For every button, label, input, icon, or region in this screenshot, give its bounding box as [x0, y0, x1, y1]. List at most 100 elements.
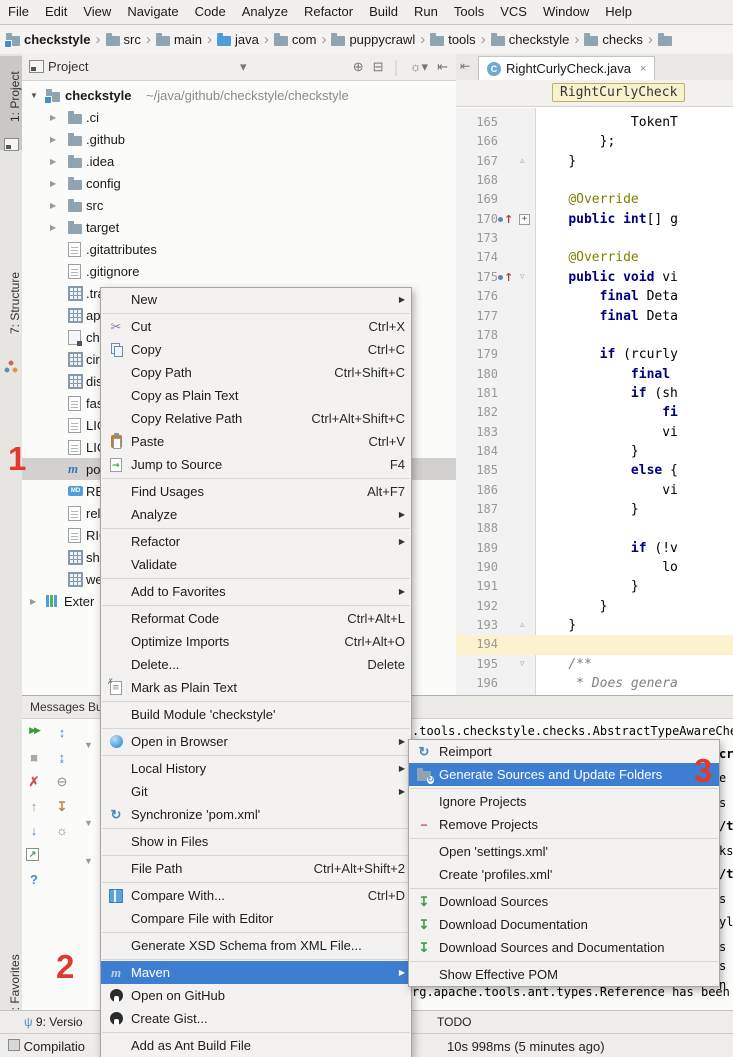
menu-item-find-usages[interactable]: Find UsagesAlt+F7 [101, 480, 411, 503]
menu-window[interactable]: Window [535, 0, 597, 24]
menu-item-maven[interactable]: mMaven▶ [101, 961, 411, 984]
menu-view[interactable]: View [75, 0, 119, 24]
menu-item-mark-as-plain-text[interactable]: Mark as Plain Text [101, 676, 411, 699]
breadcrumb-main[interactable]: main [156, 32, 202, 47]
menu-item-copy[interactable]: CopyCtrl+C [101, 338, 411, 361]
menu-item-jump-to-source[interactable]: Jump to SourceF4 [101, 453, 411, 476]
menu-item-add-as-ant-build-file[interactable]: Add as Ant Build File [101, 1034, 411, 1057]
menu-item-copy-as-plain-text[interactable]: Copy as Plain Text [101, 384, 411, 407]
menu-item-optimize-imports[interactable]: Optimize ImportsCtrl+Alt+O [101, 630, 411, 653]
chevron-collapsed-icon[interactable]: ▶ [50, 135, 56, 144]
next-message-icon[interactable]: ↓ [26, 823, 42, 838]
menu-item-download-sources-and-documentation[interactable]: ↧Download Sources and Documentation [409, 936, 719, 959]
menu-help[interactable]: Help [597, 0, 640, 24]
menu-item-synchronize-pom-xml[interactable]: ↻Synchronize 'pom.xml' [101, 803, 411, 826]
menu-item-build-module-checkstyle[interactable]: Build Module 'checkstyle' [101, 703, 411, 726]
menu-item-add-to-favorites[interactable]: Add to Favorites▶ [101, 580, 411, 603]
menu-edit[interactable]: Edit [37, 0, 75, 24]
menu-item-delete[interactable]: Delete...Delete [101, 653, 411, 676]
menu-item-open-in-browser[interactable]: Open in Browser▶ [101, 730, 411, 753]
menu-item-paste[interactable]: PasteCtrl+V [101, 430, 411, 453]
menu-code[interactable]: Code [187, 0, 234, 24]
chevron-collapsed-icon[interactable]: ▶ [50, 201, 56, 210]
override-method-icon[interactable]: ↑ [504, 212, 513, 227]
menu-build[interactable]: Build [361, 0, 406, 24]
menu-item-local-history[interactable]: Local History▶ [101, 757, 411, 780]
menu-item-remove-projects[interactable]: −Remove Projects [409, 813, 719, 836]
fold-end-icon[interactable]: ▵ [520, 616, 525, 635]
sidebar-tab-structure[interactable]: 7: Structure [0, 249, 22, 357]
chevron-collapsed-icon[interactable]: ▶ [50, 179, 56, 188]
menu-item-file-path[interactable]: File PathCtrl+Alt+Shift+2 [101, 857, 411, 880]
gear-icon[interactable]: ☼▾ [410, 59, 428, 75]
menu-item-create-profiles-xml[interactable]: Create 'profiles.xml' [409, 863, 719, 886]
tree-item-checkstyle-root[interactable]: ▼checkstyle~/java/github/checkstyle/chec… [22, 84, 456, 106]
editor-breadcrumb-chip[interactable]: RightCurlyCheck [552, 83, 685, 102]
menu-item-cut[interactable]: ✂CutCtrl+X [101, 315, 411, 338]
breadcrumb-checkstyle[interactable]: checkstyle [6, 32, 91, 47]
menu-run[interactable]: Run [406, 0, 446, 24]
close-icon[interactable]: ✗ [26, 774, 42, 790]
menu-tools[interactable]: Tools [446, 0, 492, 24]
hide-tabs-icon[interactable]: ⇤ [460, 59, 470, 73]
menu-item-ignore-projects[interactable]: Ignore Projects [409, 790, 719, 813]
breadcrumb-java[interactable]: java [217, 32, 259, 47]
hide-passed-icon[interactable]: ⊖ [54, 774, 70, 790]
breadcrumb-tools[interactable]: tools [430, 32, 475, 47]
todo-tab[interactable]: TODO [437, 1015, 471, 1029]
fold-end-icon[interactable]: ▵ [520, 152, 525, 171]
chevron-collapsed-icon[interactable]: ▶ [50, 157, 56, 166]
stop-icon[interactable]: ■ [26, 750, 42, 765]
menu-refactor[interactable]: Refactor [296, 0, 361, 24]
import-icon[interactable]: ↧ [54, 799, 70, 815]
menu-item-analyze[interactable]: Analyze▶ [101, 503, 411, 526]
expand-all-icon[interactable]: ↕ [54, 725, 70, 740]
collapse-all-icon[interactable]: ↨ [54, 750, 70, 765]
menu-item-create-gist[interactable]: Create Gist... [101, 1007, 411, 1030]
chevron-collapsed-icon[interactable]: ▶ [30, 597, 36, 606]
menu-navigate[interactable]: Navigate [119, 0, 186, 24]
breadcrumb-com[interactable]: com [274, 32, 317, 47]
tree-item-config[interactable]: ▶config [22, 172, 456, 194]
chevron-collapsed-icon[interactable]: ▼ [84, 740, 93, 750]
menu-item-refactor[interactable]: Refactor▶ [101, 530, 411, 553]
menu-analyze[interactable]: Analyze [234, 0, 296, 24]
menu-item-open-settings-xml[interactable]: Open 'settings.xml' [409, 840, 719, 863]
menu-item-show-in-files[interactable]: Show in Files [101, 830, 411, 853]
chevron-collapsed-icon[interactable]: ▶ [50, 223, 56, 232]
menu-item-download-documentation[interactable]: ↧Download Documentation [409, 913, 719, 936]
tree-item-target[interactable]: ▶target [22, 216, 456, 238]
menu-item-compare-with[interactable]: Compare With...Ctrl+D [101, 884, 411, 907]
chevron-collapsed-icon[interactable]: ▶ [50, 113, 56, 122]
fold-start-icon[interactable]: ▿ [520, 655, 525, 674]
menu-item-show-effective-pom[interactable]: Show Effective POM [409, 963, 719, 986]
breadcrumb-src[interactable]: src [106, 32, 141, 47]
prev-message-icon[interactable]: ↑ [26, 799, 42, 814]
menu-item-compare-file-with-editor[interactable]: Compare File with Editor [101, 907, 411, 930]
breadcrumb-checks[interactable]: checks [584, 32, 642, 47]
menu-item-copy-relative-path[interactable]: Copy Relative PathCtrl+Alt+Shift+C [101, 407, 411, 430]
chevron-collapsed-icon[interactable]: ▼ [84, 856, 93, 866]
fold-collapsed-icon[interactable]: + [519, 214, 530, 225]
version-control-tab[interactable]: ψ 9: Versio [24, 1015, 83, 1029]
locate-icon[interactable]: ⊕ [353, 59, 364, 75]
tree-item-gitignore[interactable]: .gitignore [22, 260, 456, 282]
override-method-icon[interactable]: ↑ [504, 270, 513, 285]
menu-item-download-sources[interactable]: ↧Download Sources [409, 890, 719, 913]
code-area[interactable]: 165 TokenT166 };167▵ }168169 @Override17… [456, 108, 733, 695]
collapse-all-icon[interactable]: ⊟ [373, 59, 384, 75]
chevron-collapsed-icon[interactable]: ▼ [84, 818, 93, 828]
breadcrumb-puppycrawl[interactable]: puppycrawl [331, 32, 415, 47]
tree-item-gitattributes[interactable]: .gitattributes [22, 238, 456, 260]
chevron-expanded-icon[interactable]: ▼ [30, 91, 38, 100]
chevron-down-icon[interactable]: ▾ [240, 59, 247, 75]
help-icon[interactable]: ? [26, 872, 42, 887]
tree-item-ci[interactable]: ▶.ci [22, 106, 456, 128]
export-icon[interactable]: ↗ [26, 848, 39, 861]
menu-item-git[interactable]: Git▶ [101, 780, 411, 803]
tree-item-idea[interactable]: ▶.idea [22, 150, 456, 172]
menu-item-generate-sources-and-update-folders[interactable]: Generate Sources and Update Folders [409, 763, 719, 786]
menu-file[interactable]: File [0, 0, 37, 24]
editor-tab-rightcurlycheck[interactable]: C RightCurlyCheck.java × [478, 56, 655, 80]
sidebar-tab-project[interactable]: 1: Project [0, 58, 22, 136]
